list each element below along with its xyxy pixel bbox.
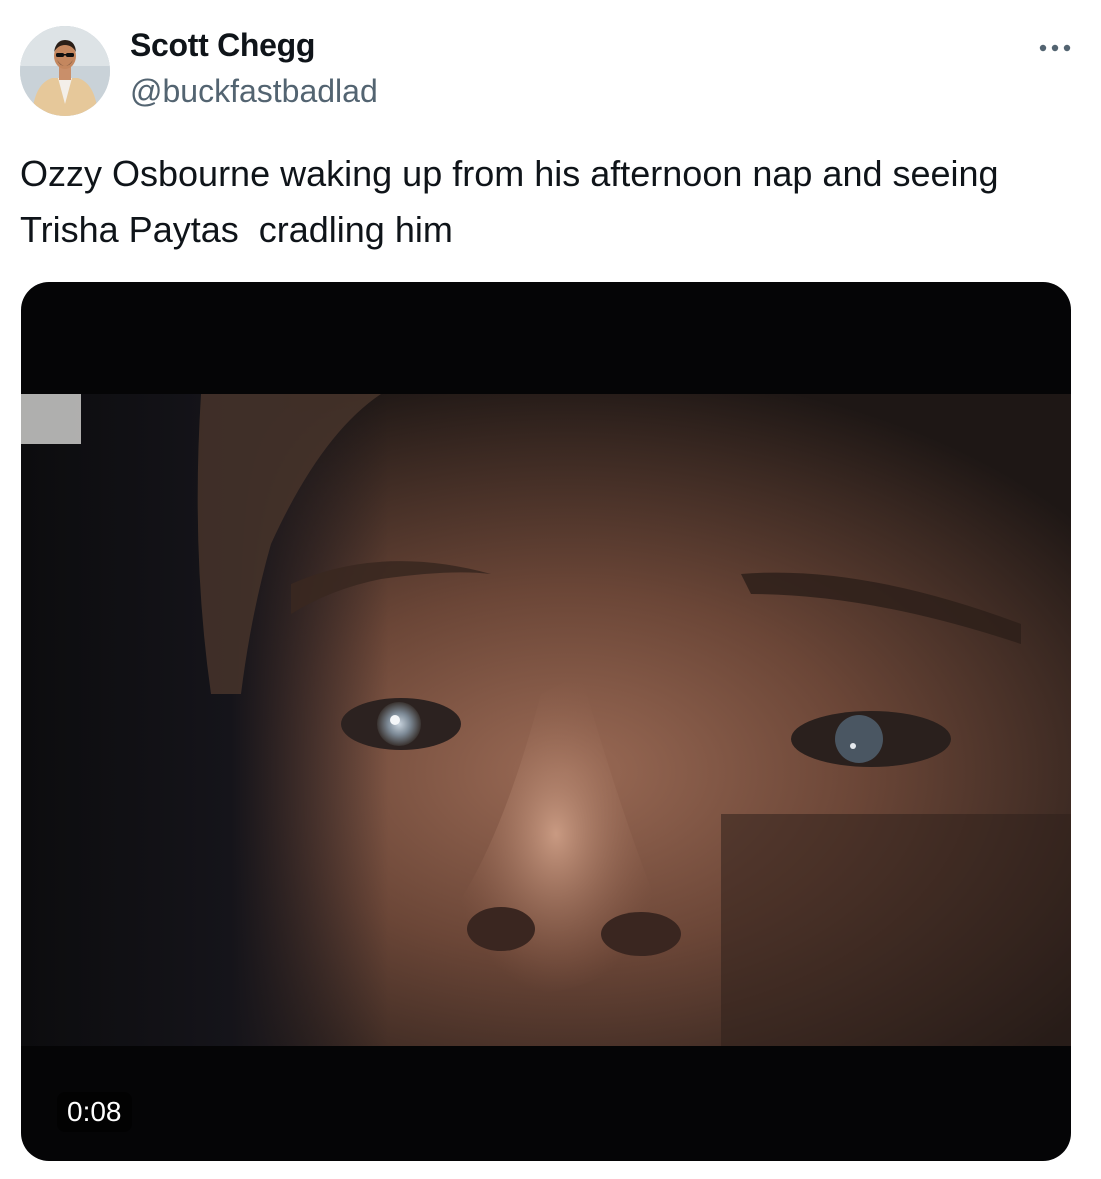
profile-photo-icon (20, 26, 110, 116)
video-thumbnail (21, 394, 1071, 1046)
author-avatar[interactable] (20, 26, 110, 116)
author-display-name[interactable]: Scott Chegg (130, 27, 315, 64)
author-handle[interactable]: @buckfastbadlad (130, 73, 378, 110)
more-options-icon (1039, 44, 1071, 52)
video-player[interactable]: 0:08 (21, 282, 1071, 1161)
more-options-button[interactable] (1033, 32, 1077, 64)
tweet-text: Ozzy Osbourne waking up from his afterno… (20, 153, 999, 250)
video-duration-badge: 0:08 (57, 1092, 132, 1132)
tweet-card: Scott Chegg @buckfastbadlad Ozzy Osbourn… (0, 0, 1101, 1179)
